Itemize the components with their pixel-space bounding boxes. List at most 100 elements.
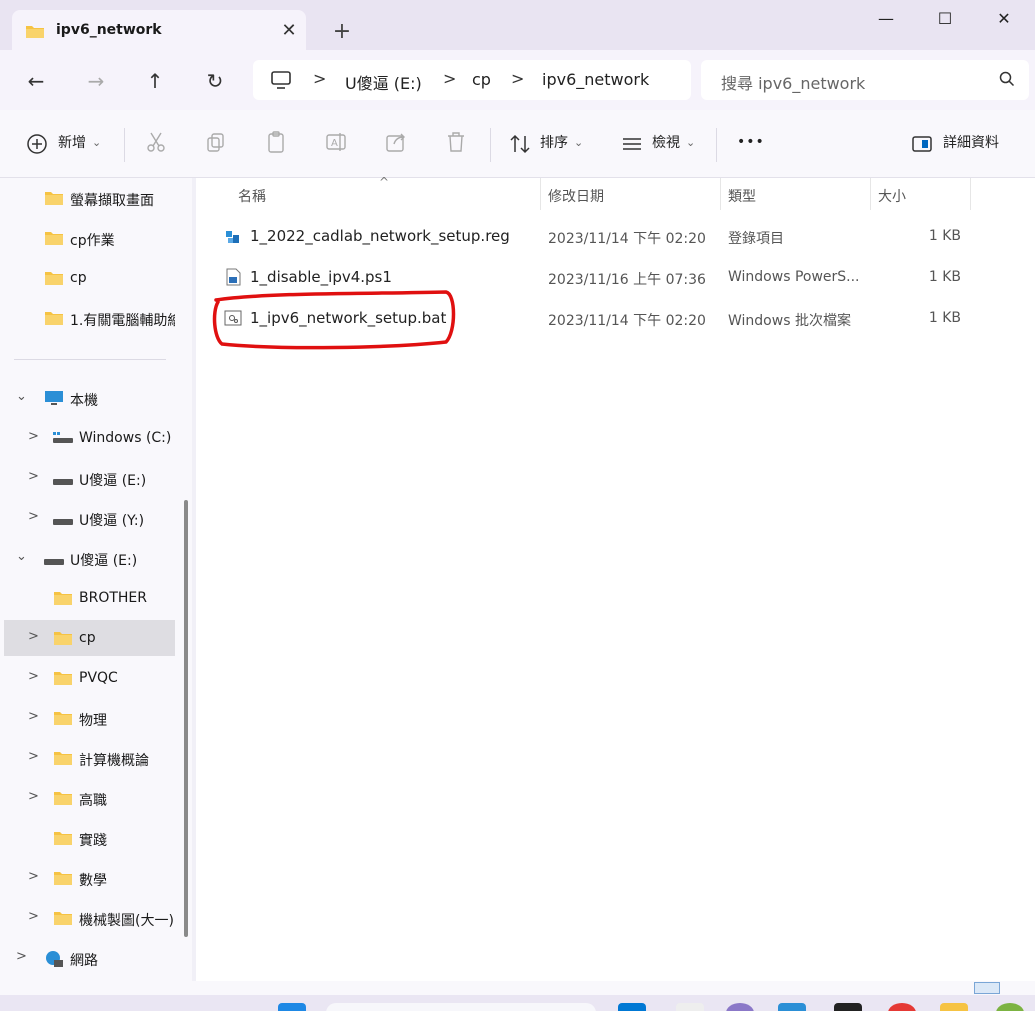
drive-icon [44,554,64,570]
windows-start-icon[interactable] [278,1003,306,1011]
breadcrumb-separator[interactable]: > [511,69,524,88]
chevron-right-icon[interactable]: > [28,749,39,764]
sidebar-item-drive-c[interactable]: > Windows (C:) [0,420,175,456]
sidebar-folder[interactable]: > 機械製圖(大一) [0,900,175,936]
file-list-pane: ^ 名稱 修改日期 類型 大小 1_2022_cadlab_network_se… [196,175,1035,981]
taskbar-app-icon[interactable] [888,1003,916,1011]
column-divider[interactable] [720,178,721,210]
sidebar-item-this-pc[interactable]: ⌄ 本機 [0,380,175,416]
share-icon[interactable] [384,130,410,156]
quick-access-item[interactable]: cp [0,260,175,296]
sidebar-item-drive-e-root[interactable]: ⌄ U傻逼 (E:) [0,540,175,576]
forward-button[interactable]: → [79,64,113,98]
taskbar-app-icon[interactable] [618,1003,646,1011]
taskbar-app-icon[interactable] [834,1003,862,1011]
divider [14,359,166,360]
new-button[interactable]: 新增 ⌄ [58,132,101,152]
file-name[interactable]: 1_disable_ipv4.ps1 [250,268,392,286]
address-bar[interactable]: > U傻逼 (E:) > cp > ipv6_network [253,60,691,100]
sidebar-folder[interactable]: > 數學 [0,860,175,896]
quick-access-item[interactable]: 1.有關電腦輔助繪 [0,300,175,336]
details-view-toggle[interactable] [974,982,1000,994]
taskbar-app-icon[interactable] [676,1003,704,1011]
table-row[interactable]: 1_2022_cadlab_network_setup.reg 2023/11/… [196,218,1035,254]
new-plus-icon[interactable] [25,132,51,158]
chevron-down-icon[interactable]: ⌄ [16,389,27,404]
delete-icon[interactable] [444,130,470,156]
sidebar-folder[interactable]: > PVQC [0,660,175,696]
close-window-button[interactable]: ✕ [984,4,1024,34]
sidebar-folder[interactable]: BROTHER [0,580,175,616]
tab-ipv6-network[interactable]: ipv6_network ✕ [12,10,306,50]
chevron-down-icon[interactable]: ⌄ [16,549,27,564]
search-icon[interactable] [999,71,1015,91]
column-header-date[interactable]: 修改日期 [548,186,604,206]
search-box[interactable]: 搜尋 ipv6_network [701,60,1029,100]
details-pane-icon[interactable] [910,132,936,158]
chevron-right-icon[interactable]: > [28,709,39,724]
chevron-right-icon[interactable]: > [28,469,39,484]
sort-icon[interactable] [508,132,534,158]
up-button[interactable]: ↑ [138,64,172,98]
back-button[interactable]: ← [19,64,53,98]
breadcrumb-separator[interactable]: > [313,69,326,88]
chevron-right-icon[interactable]: > [28,429,39,444]
sidebar-folder[interactable]: > 計算機概論 [0,740,175,776]
view-icon[interactable] [620,132,646,158]
chevron-right-icon[interactable]: > [28,909,39,924]
quick-access-label: 螢幕擷取畫面 [70,193,154,209]
column-divider[interactable] [540,178,541,210]
sort-ascending-icon: ^ [379,175,390,189]
copy-icon[interactable] [204,130,230,156]
column-header-type[interactable]: 類型 [728,186,756,206]
chevron-right-icon[interactable]: > [28,629,39,644]
column-divider[interactable] [870,178,871,210]
minimize-button[interactable]: — [866,4,906,34]
taskbar-search[interactable] [326,1003,596,1011]
network-icon [44,950,64,972]
sidebar-folder-selected[interactable]: > cp [4,620,175,656]
new-tab-button[interactable]: + [328,18,356,46]
file-explorer-taskbar-icon[interactable] [940,1003,968,1011]
sort-button[interactable]: 排序 ⌄ [540,132,583,152]
sidebar-folder[interactable]: > 高職 [0,780,175,816]
column-header-size[interactable]: 大小 [878,186,906,206]
chevron-right-icon[interactable]: > [28,869,39,884]
computer-icon[interactable] [270,70,292,94]
column-header-name[interactable]: 名稱 [238,186,266,206]
rename-icon[interactable]: A [324,130,350,156]
search-input[interactable]: 搜尋 ipv6_network [721,70,865,94]
quick-access-item[interactable]: 螢幕擷取畫面 [0,180,175,216]
taskbar-app-icon[interactable] [778,1003,806,1011]
cut-icon[interactable] [144,130,170,156]
taskbar-app-icon[interactable] [726,1003,754,1011]
quick-access-label: 1.有關電腦輔助繪 [70,313,175,329]
quick-access-item[interactable]: cp作業 [0,220,175,256]
sidebar-item-drive-e[interactable]: > U傻逼 (E:) [0,460,175,496]
maximize-button[interactable]: ☐ [925,4,965,34]
chevron-right-icon[interactable]: > [28,789,39,804]
folder-icon [45,191,63,209]
breadcrumb-cp[interactable]: cp [472,70,491,89]
paste-icon[interactable] [264,130,290,156]
sidebar-folder[interactable]: 實踐 [0,820,175,856]
taskbar-app-icon[interactable] [996,1003,1024,1011]
file-name[interactable]: 1_2022_cadlab_network_setup.reg [250,227,510,245]
view-button[interactable]: 檢視 ⌄ [652,132,695,152]
scrollbar[interactable] [184,500,188,937]
chevron-right-icon[interactable]: > [16,949,27,964]
refresh-button[interactable]: ↻ [198,64,232,98]
breadcrumb-drive[interactable]: U傻逼 (E:) [345,70,422,94]
chevron-right-icon[interactable]: > [28,509,39,524]
column-divider[interactable] [970,178,971,210]
more-options-button[interactable]: ••• [737,134,765,150]
details-button[interactable]: 詳細資料 [943,132,999,152]
sidebar-folder[interactable]: > 物理 [0,700,175,736]
breadcrumb-current[interactable]: ipv6_network [542,70,649,89]
chevron-right-icon[interactable]: > [28,669,39,684]
sidebar-item-drive-y[interactable]: > U傻逼 (Y:) [0,500,175,536]
computer-icon [44,390,64,410]
breadcrumb-separator[interactable]: > [443,69,456,88]
sidebar-item-network[interactable]: > 網路 [0,940,175,976]
tab-close-icon[interactable]: ✕ [276,18,302,44]
